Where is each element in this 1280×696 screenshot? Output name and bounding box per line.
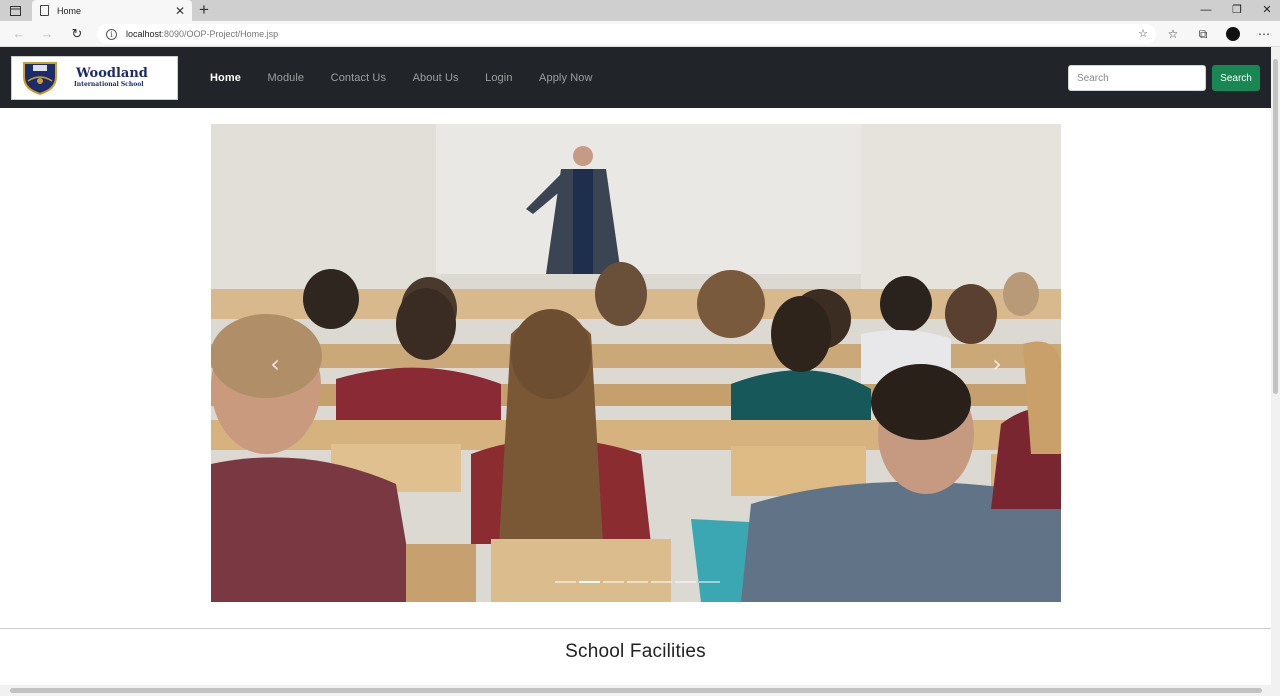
nav-link-module[interactable]: Module [257, 72, 314, 84]
collections-icon[interactable]: ⧉ [1195, 26, 1211, 42]
carousel-indicator[interactable] [554, 581, 576, 583]
minimize-button[interactable]: — [1198, 2, 1214, 18]
refresh-icon[interactable]: ↻ [68, 25, 86, 43]
favorites-icon[interactable]: ☆ [1165, 26, 1181, 42]
brand-name: Woodland [76, 66, 148, 81]
forward-arrow-icon[interactable]: → [38, 25, 56, 43]
browser-toolbar: ← → ↻ i localhost:8090/OOP-Project/Home.… [0, 21, 1280, 47]
carousel-next-icon[interactable]: › [987, 349, 1007, 379]
browser-tab-strip: Home ✕ + — ❐ ✕ [0, 0, 1280, 21]
restore-button[interactable]: ❐ [1229, 2, 1245, 18]
search-button[interactable]: Search [1212, 65, 1260, 91]
address-bar[interactable]: i localhost:8090/OOP-Project/Home.jsp ☆ [97, 24, 1156, 44]
classroom-image [211, 124, 1061, 602]
more-menu-icon[interactable]: ⋯ [1256, 26, 1272, 42]
nav-link-home[interactable]: Home [200, 72, 251, 84]
window-close-button[interactable]: ✕ [1259, 2, 1275, 18]
tab-title: Home [57, 5, 82, 16]
horizontal-scrollbar[interactable] [0, 685, 1271, 696]
brand-subtitle: International School [74, 81, 144, 88]
carousel-indicator[interactable] [578, 581, 600, 583]
horizontal-scroll-thumb[interactable] [10, 688, 1262, 693]
carousel-indicator[interactable] [626, 581, 648, 583]
nav-link-about-us[interactable]: About Us [403, 72, 469, 84]
carousel-indicator[interactable] [650, 581, 672, 583]
scroll-corner [1271, 685, 1280, 696]
hero-carousel: ‹ › [211, 124, 1061, 602]
tab-actions-icon [10, 5, 21, 16]
section-divider [0, 628, 1271, 629]
nav-link-apply-now[interactable]: Apply Now [529, 72, 602, 84]
page-icon [40, 5, 49, 16]
carousel-prev-icon[interactable]: ‹ [265, 349, 285, 379]
vertical-scrollbar[interactable] [1271, 47, 1280, 685]
site-navbar: Woodland International School Home Module… [0, 47, 1271, 108]
url-text[interactable]: localhost:8090/OOP-Project/Home.jsp [126, 29, 278, 39]
nav-links: Home Module Contact Us About Us Login Apply N… [200, 47, 609, 108]
school-crest-icon [23, 62, 57, 95]
info-icon[interactable]: i [106, 28, 117, 40]
profile-avatar[interactable] [1226, 27, 1240, 41]
browser-tab-home[interactable]: Home ✕ [32, 0, 192, 21]
carousel-indicator[interactable] [698, 581, 720, 583]
carousel-indicators [553, 581, 721, 583]
tab-actions-button[interactable] [8, 3, 23, 18]
back-arrow-icon[interactable]: ← [10, 25, 28, 43]
new-tab-button[interactable]: + [196, 1, 212, 19]
nav-link-contact-us[interactable]: Contact Us [321, 72, 396, 84]
tab-close-icon[interactable]: ✕ [173, 4, 187, 18]
vertical-scroll-thumb[interactable] [1273, 59, 1278, 394]
page-viewport: Woodland International School Home Module… [0, 47, 1271, 685]
nav-link-login[interactable]: Login [475, 72, 522, 84]
carousel-indicator[interactable] [674, 581, 696, 583]
school-facilities-heading: School Facilities [565, 641, 706, 662]
add-favorite-icon[interactable]: ☆ [1138, 27, 1148, 40]
carousel-indicator[interactable] [602, 581, 624, 583]
search-input[interactable] [1068, 65, 1206, 91]
brand-logo[interactable]: Woodland International School [11, 56, 178, 100]
